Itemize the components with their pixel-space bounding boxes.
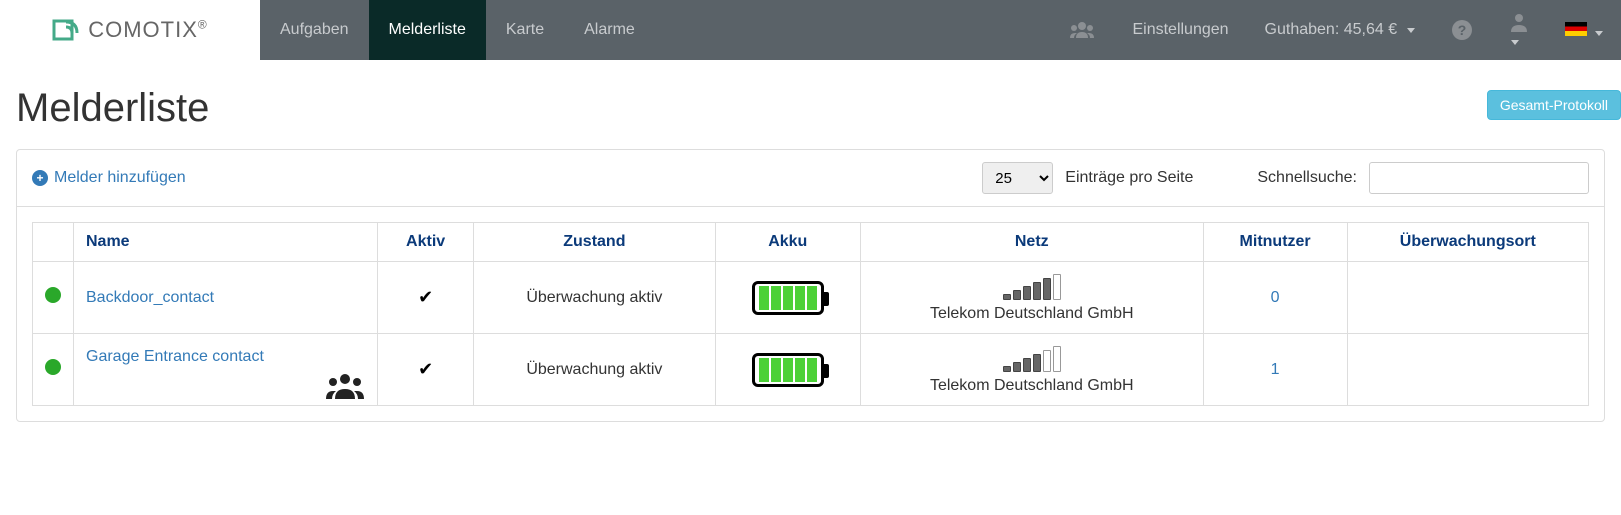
panel-body: Name Aktiv Zustand Akku Netz Mitnutzer Ü… [17, 207, 1604, 421]
network-cell: Telekom Deutschland GmbH [860, 262, 1203, 334]
main-nav: Aufgaben Melderliste Karte Alarme [260, 0, 655, 60]
users-icon [323, 371, 367, 401]
cousers-link[interactable]: 0 [1271, 289, 1280, 306]
battery-icon [752, 281, 824, 315]
svg-text:?: ? [1458, 22, 1467, 38]
caret-down-icon [1511, 40, 1519, 45]
caret-down-icon [1407, 28, 1415, 33]
status-dot-icon [45, 287, 61, 303]
table-header-row: Name Aktiv Zustand Akku Netz Mitnutzer Ü… [33, 223, 1589, 262]
cousers-link[interactable]: 1 [1271, 361, 1280, 378]
user-menu-icon[interactable] [1491, 12, 1547, 48]
col-zustand[interactable]: Zustand [474, 223, 715, 262]
page-title: Melderliste [16, 86, 1605, 131]
table-row: Garage Entrance contact ✔ Überwachung akti… [33, 334, 1589, 406]
nav-karte[interactable]: Karte [486, 0, 564, 60]
status-cell [33, 334, 74, 406]
search-label: Schnellsuche: [1257, 169, 1357, 187]
nav-settings[interactable]: Einstellungen [1114, 21, 1246, 39]
balance-label: Guthaben: 45,64 € [1265, 21, 1398, 39]
melder-name-link[interactable]: Backdoor_contact [86, 289, 214, 306]
brand-icon [52, 15, 82, 45]
battery-cell [715, 262, 860, 334]
name-cell: Backdoor_contact [74, 262, 378, 334]
melder-table: Name Aktiv Zustand Akku Netz Mitnutzer Ü… [32, 222, 1589, 406]
nav-aufgaben[interactable]: Aufgaben [260, 0, 369, 60]
nav-alarme[interactable]: Alarme [564, 0, 655, 60]
language-flag[interactable] [1547, 22, 1621, 39]
table-row: Backdoor_contact ✔ Überwachung aktiv Teleko… [33, 262, 1589, 334]
col-name[interactable]: Name [74, 223, 378, 262]
network-name: Telekom Deutschland GmbH [873, 377, 1191, 395]
nav-right: Einstellungen Guthaben: 45,64 € ? [1050, 0, 1621, 60]
caret-down-icon [1595, 31, 1603, 36]
col-netz[interactable]: Netz [860, 223, 1203, 262]
add-melder-label: Melder hinzufügen [54, 169, 186, 187]
users-icon[interactable] [1050, 20, 1114, 40]
name-cell: Garage Entrance contact [74, 334, 378, 406]
cousers-cell: 1 [1203, 334, 1347, 406]
melder-name-link[interactable]: Garage Entrance contact [86, 348, 264, 365]
add-melder-link[interactable]: + Melder hinzufügen [32, 169, 186, 187]
per-page-label: Einträge pro Seite [1065, 169, 1193, 187]
state-cell: Überwachung aktiv [474, 262, 715, 334]
status-cell [33, 262, 74, 334]
top-navbar: COMOTIX® Aufgaben Melderliste Karte Alar… [0, 0, 1621, 60]
active-cell: ✔ [378, 334, 474, 406]
nav-balance[interactable]: Guthaben: 45,64 € [1247, 21, 1434, 39]
melder-panel: + Melder hinzufügen 25 Einträge pro Seit… [16, 149, 1605, 422]
network-name: Telekom Deutschland GmbH [873, 305, 1191, 323]
cousers-cell: 0 [1203, 262, 1347, 334]
search-input[interactable] [1369, 162, 1589, 194]
status-dot-icon [45, 359, 61, 375]
signal-icon [1003, 272, 1061, 300]
col-status [33, 223, 74, 262]
panel-heading: + Melder hinzufügen 25 Einträge pro Seit… [17, 150, 1604, 207]
col-aktiv[interactable]: Aktiv [378, 223, 474, 262]
nav-melderliste[interactable]: Melderliste [369, 0, 486, 60]
flag-de-icon [1565, 22, 1587, 36]
page-container: Melderliste Gesamt-Protokoll + Melder hi… [0, 60, 1621, 438]
active-cell: ✔ [378, 262, 474, 334]
location-cell [1347, 262, 1588, 334]
network-cell: Telekom Deutschland GmbH [860, 334, 1203, 406]
plus-circle-icon: + [32, 170, 48, 186]
col-akku[interactable]: Akku [715, 223, 860, 262]
battery-icon [752, 353, 824, 387]
brand-logo[interactable]: COMOTIX® [0, 0, 260, 60]
page-size-select[interactable]: 25 [982, 162, 1053, 194]
gesamt-protokoll-button[interactable]: Gesamt-Protokoll [1487, 90, 1621, 120]
col-mitnutzer[interactable]: Mitnutzer [1203, 223, 1347, 262]
location-cell [1347, 334, 1588, 406]
state-cell: Überwachung aktiv [474, 334, 715, 406]
brand-text: COMOTIX® [88, 17, 208, 43]
col-ort[interactable]: Überwachungsort [1347, 223, 1588, 262]
heading-controls: 25 Einträge pro Seite Schnellsuche: [982, 162, 1589, 194]
help-icon[interactable]: ? [1433, 19, 1491, 41]
battery-cell [715, 334, 860, 406]
check-icon: ✔ [418, 287, 433, 307]
signal-icon [1003, 344, 1061, 372]
check-icon: ✔ [418, 359, 433, 379]
